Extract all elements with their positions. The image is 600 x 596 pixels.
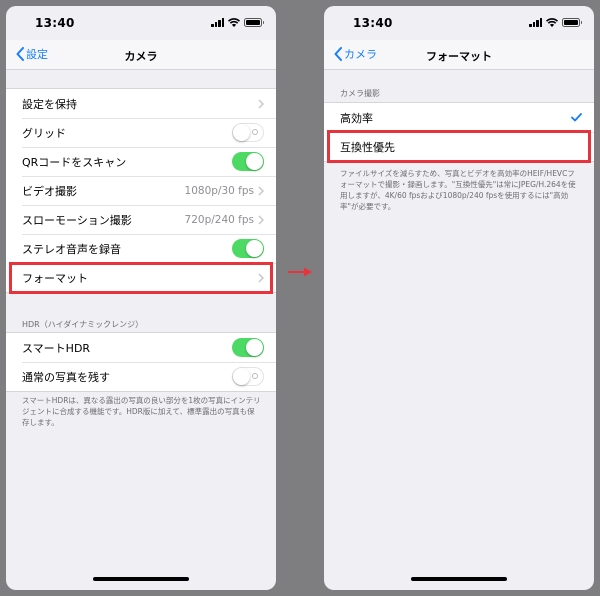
row-label: 通常の写真を残す: [22, 370, 110, 384]
row-label: QRコードをスキャン: [22, 155, 127, 169]
signal-icon: [529, 18, 542, 27]
right-arrow-icon: [288, 267, 312, 277]
chevron-right-icon: [258, 215, 264, 225]
row-label: ステレオ音声を録音: [22, 242, 121, 256]
status-bar: 13:40: [6, 6, 276, 40]
camera-capture-section-header: カメラ撮影: [340, 89, 380, 98]
navigation-bar: カメラ フォーマット: [324, 40, 594, 70]
battery-icon: [244, 18, 264, 27]
row-label: スローモーション撮影: [22, 213, 132, 227]
format-option-high-efficiency[interactable]: 高効率: [324, 103, 594, 132]
format-highlight-box: [9, 262, 273, 294]
camera-settings-screen: 13:40 設定 カメラ 設定を保持 グリッド QRコードをスキャン ビデオ撮影…: [6, 6, 276, 590]
chevron-right-icon: [258, 186, 264, 196]
smart-hdr-toggle[interactable]: [232, 338, 264, 357]
row-label: 設定を保持: [22, 97, 77, 111]
settings-row-video[interactable]: ビデオ撮影 1080p/30 fps: [6, 176, 276, 205]
home-indicator: [411, 577, 507, 581]
status-time: 13:40: [35, 16, 75, 30]
wifi-icon: [546, 18, 558, 27]
row-label: スマートHDR: [22, 341, 91, 355]
checkmark-icon: [571, 113, 582, 122]
settings-row-preserve[interactable]: 設定を保持: [6, 89, 276, 118]
row-value: 720p/240 fps: [184, 213, 254, 226]
settings-row-stereo: ステレオ音声を録音: [6, 234, 276, 263]
battery-icon: [562, 18, 582, 27]
page-title: カメラ: [124, 50, 158, 63]
keep-normal-photo-toggle[interactable]: [232, 367, 264, 386]
grid-toggle[interactable]: [232, 123, 264, 142]
format-footnote: ファイルサイズを減らすため、写真とビデオを高効率のHEIF/HEVCフォーマット…: [340, 169, 576, 211]
chevron-right-icon: [258, 99, 264, 109]
settings-row-keep-normal: 通常の写真を残す: [6, 362, 276, 391]
row-label: ビデオ撮影: [22, 184, 77, 198]
settings-row-slomo[interactable]: スローモーション撮影 720p/240 fps: [6, 205, 276, 234]
format-settings-screen: 13:40 カメラ フォーマット カメラ撮影 高効率 互換性優先 ファイルサイズ…: [324, 6, 594, 590]
compatible-highlight-box: [327, 130, 591, 163]
status-bar: 13:40: [324, 6, 594, 40]
row-label: グリッド: [22, 126, 66, 140]
hdr-settings-group: スマートHDR 通常の写真を残す: [6, 332, 276, 392]
hdr-footnote: スマートHDRは、異なる露出の写真の良い部分を1枚の写真にインテリジェントに合成…: [22, 396, 261, 427]
navigation-bar: 設定 カメラ: [6, 40, 276, 70]
settings-row-qr: QRコードをスキャン: [6, 147, 276, 176]
page-title: フォーマット: [426, 50, 492, 63]
wifi-icon: [228, 18, 240, 27]
signal-icon: [211, 18, 224, 27]
settings-row-smart-hdr: スマートHDR: [6, 333, 276, 362]
row-label: 高効率: [340, 111, 373, 125]
settings-row-grid: グリッド: [6, 118, 276, 147]
qr-scan-toggle[interactable]: [232, 152, 264, 171]
status-time: 13:40: [353, 16, 393, 30]
row-value: 1080p/30 fps: [184, 184, 254, 197]
stereo-audio-toggle[interactable]: [232, 239, 264, 258]
hdr-section-header: HDR（ハイダイナミックレンジ）: [22, 320, 144, 329]
home-indicator: [93, 577, 189, 581]
